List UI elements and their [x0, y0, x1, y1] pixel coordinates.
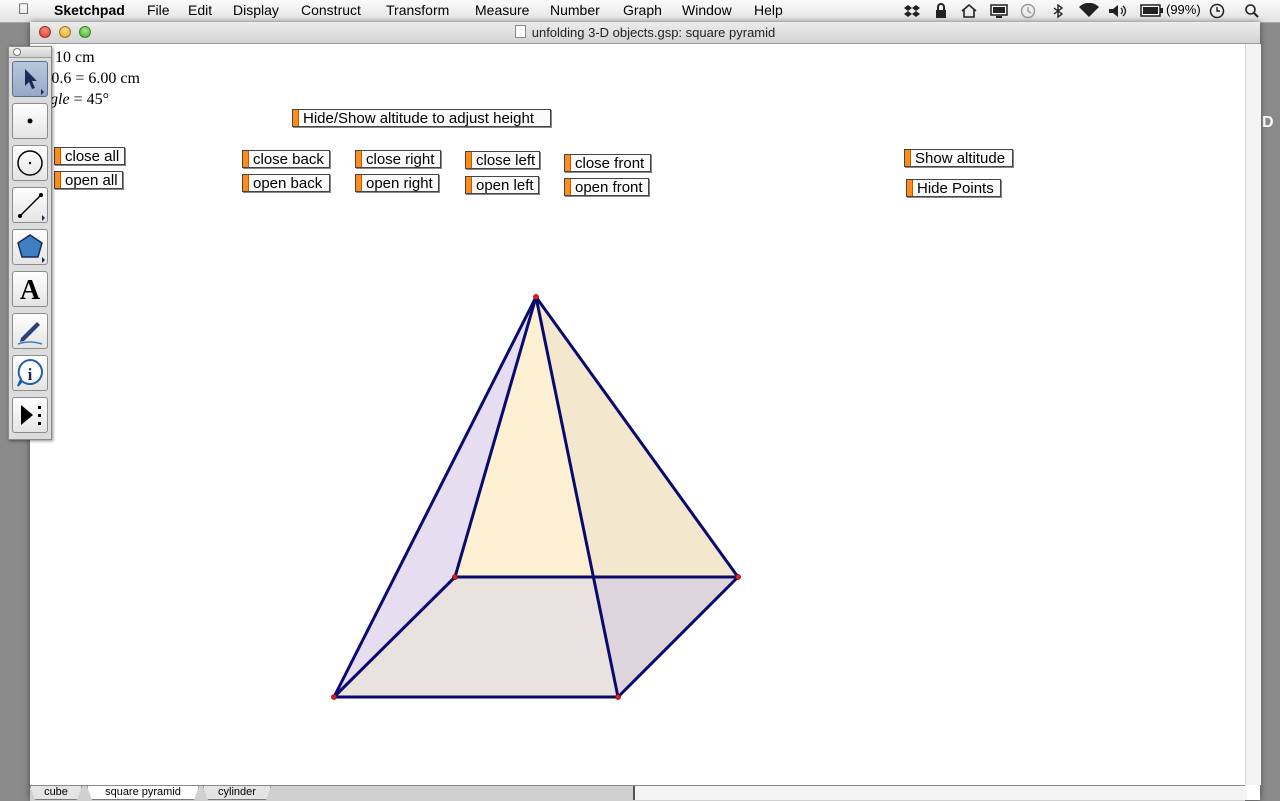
text-tool[interactable]: A	[12, 271, 48, 307]
custom-tools-icon	[21, 405, 41, 425]
page-tab-bar: cube square pyramid cylinder	[30, 785, 1247, 801]
marker-tool[interactable]	[12, 313, 48, 349]
svg-text:i: i	[28, 365, 33, 384]
horizontal-scrollbar[interactable]	[633, 786, 1247, 800]
sketch-canvas[interactable]: = 10 cm · 0.6 = 6.00 cm ngle = 45° Hide/…	[30, 44, 1245, 785]
toolbox-drag-handle[interactable]	[9, 47, 51, 58]
document-icon	[514, 25, 526, 38]
menu-number[interactable]: Number	[550, 2, 600, 18]
desktop-partial-icon-label: D	[1262, 114, 1274, 131]
battery-percent: (99%)	[1166, 2, 1201, 17]
toolbox-close-icon[interactable]	[13, 48, 21, 56]
bluetooth-icon[interactable]	[1052, 3, 1064, 19]
tab-cube[interactable]: cube	[30, 786, 82, 800]
time-machine-icon[interactable]	[1020, 3, 1036, 19]
menu-app-name[interactable]: Sketchpad	[54, 2, 125, 18]
vertex-front-left[interactable]	[331, 694, 337, 700]
vertex-front-right[interactable]	[615, 694, 621, 700]
menu-file[interactable]: File	[147, 2, 170, 18]
text-icon: A	[20, 275, 41, 306]
vertex-back-left[interactable]	[452, 574, 458, 580]
straightedge-tool[interactable]	[12, 187, 48, 223]
lock-icon[interactable]	[934, 3, 948, 19]
apple-menu-icon[interactable]: 	[18, 1, 29, 18]
display-icon[interactable]	[990, 3, 1008, 19]
tab-square-pyramid[interactable]: square pyramid	[87, 786, 199, 800]
menu-help[interactable]: Help	[754, 2, 783, 18]
polygon-icon	[17, 234, 45, 263]
information-tool[interactable]: i	[12, 355, 48, 391]
sketch-window: unfolding 3-D objects.gsp: square pyrami…	[30, 22, 1261, 801]
menu-construct[interactable]: Construct	[301, 2, 361, 18]
point-icon	[27, 118, 33, 124]
volume-icon[interactable]	[1108, 3, 1130, 19]
custom-tool[interactable]	[12, 397, 48, 433]
straightedge-icon	[18, 193, 45, 221]
info-icon: i	[17, 358, 43, 387]
marker-pen-icon	[17, 322, 43, 345]
window-title-wrap: unfolding 3-D objects.gsp: square pyrami…	[30, 25, 1260, 40]
menu-window[interactable]: Window	[682, 2, 732, 18]
title-bar[interactable]: unfolding 3-D objects.gsp: square pyrami…	[30, 22, 1260, 44]
spotlight-icon[interactable]	[1244, 3, 1260, 19]
dropbox-icon[interactable]	[904, 3, 920, 19]
vertex-back-right[interactable]	[735, 574, 741, 580]
home-sync-icon[interactable]	[960, 3, 980, 19]
vertex-apex[interactable]	[533, 294, 539, 300]
tab-cylinder[interactable]: cylinder	[203, 786, 271, 800]
toolbox-palette: A i	[8, 46, 52, 440]
menu-display[interactable]: Display	[233, 2, 279, 18]
selection-arrow-tool[interactable]	[12, 61, 48, 97]
vertical-scrollbar[interactable]	[1245, 44, 1261, 785]
polygon-tool[interactable]	[12, 229, 48, 265]
menu-bar:  Sketchpad File Edit Display Construct …	[0, 0, 1280, 23]
menu-transform[interactable]: Transform	[386, 2, 449, 18]
compass-icon	[17, 150, 43, 176]
battery-icon[interactable]	[1140, 4, 1164, 18]
menu-graph[interactable]: Graph	[623, 2, 662, 18]
compass-tool[interactable]	[12, 145, 48, 181]
arrow-icon	[25, 69, 44, 95]
window-title: unfolding 3-D objects.gsp: square pyrami…	[531, 25, 776, 40]
menu-measure[interactable]: Measure	[475, 2, 529, 18]
clock-icon[interactable]	[1209, 3, 1225, 19]
pyramid-figure	[331, 294, 741, 700]
wifi-icon[interactable]	[1078, 3, 1100, 19]
point-tool[interactable]	[12, 103, 48, 139]
svg-text:A: A	[20, 275, 41, 306]
menu-edit[interactable]: Edit	[188, 2, 212, 18]
